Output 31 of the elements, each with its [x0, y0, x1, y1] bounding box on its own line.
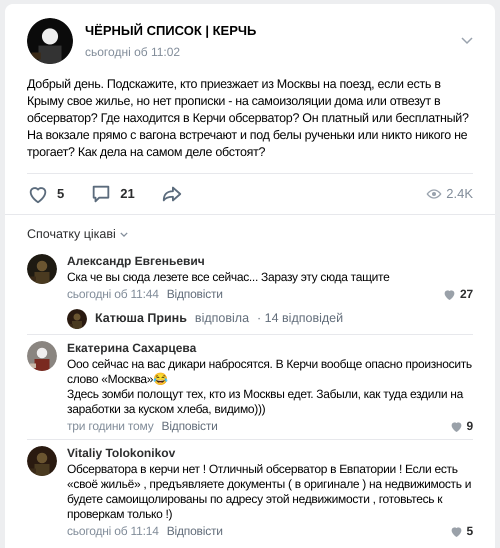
reply-link[interactable]: Відповісти: [162, 418, 218, 434]
reply-thread-author[interactable]: Катюша Принь: [95, 311, 187, 326]
post-text: Добрый день. Подскажите, кто приезжает из Москвы на поезд, если есть в Крыму свое жилье, но нет прописки - на самоизоляции дома или отвезут в обсерватор? Где находится в Керчи обсерватор? Он платный или бесплатный? На вокзале прямо с вагона встречают и под белы рученьки или никто никого не трогает? Как дела на самом деле обстоят?: [26, 76, 470, 161]
comment-author[interactable]: Vitaliy Tolokonikov: [67, 446, 473, 461]
comment-time: сьогодні об 11:44: [67, 286, 159, 302]
reply-link[interactable]: Відповісти: [166, 286, 223, 302]
post-time: сьогодні об 11:02: [85, 44, 182, 61]
comment-icon: [90, 183, 112, 205]
like-button[interactable]: 27: [443, 286, 473, 302]
comment-button[interactable]: 21: [90, 183, 135, 205]
like-button[interactable]: 9: [450, 418, 473, 434]
heart-icon: [450, 420, 463, 433]
comment-text: Ска че вы сюда лезете все сейчас... Заразу эту сюда тащите: [67, 270, 390, 285]
heart-icon: [443, 288, 456, 301]
reply-thread-action: відповіла: [194, 311, 250, 326]
comment-author[interactable]: Александр Евгеньевич: [67, 254, 473, 269]
replies-link[interactable]: · 14 відповідей: [257, 311, 344, 326]
like-button[interactable]: 5: [450, 524, 473, 539]
group-name[interactable]: ЧЁРНЫЙ СПИСОК | КЕРЧЬ: [85, 21, 256, 41]
comment-time: три години тому: [67, 418, 154, 434]
comment-text: Ооо сейчас на вас дикари набросятся. В Керчи вообще опасно произносить слово «Москва»😂 Здесь зомби полощут тех, кто из Москвы едет. Забыли, как туда ездили на заработки за куском хлеба, видимо))): [67, 356, 473, 417]
like-button[interactable]: 5: [27, 183, 64, 205]
reply-link[interactable]: Відповісти: [166, 524, 223, 539]
comment-text: Обсерватора в керчи нет ! Отличный обсерватор в Евпатории ! Если есть «своё жильё» , предъявляете документы ( в оригинале ) на недвижимость и будете самоищолированы по адресу этой недвижимости , готовьтесь к проверкам только !): [67, 462, 472, 522]
chevron-down-icon[interactable]: [461, 37, 473, 45]
sort-dropdown[interactable]: Спочатку цікаві: [27, 225, 128, 244]
view-count: 2.4K: [446, 185, 473, 204]
comment-time: сьогодні об 11:14: [67, 524, 159, 539]
comment-author[interactable]: Екатерина Сахарцева: [67, 340, 473, 356]
heart-icon: [450, 524, 463, 538]
chevron-down-icon: [120, 232, 128, 237]
